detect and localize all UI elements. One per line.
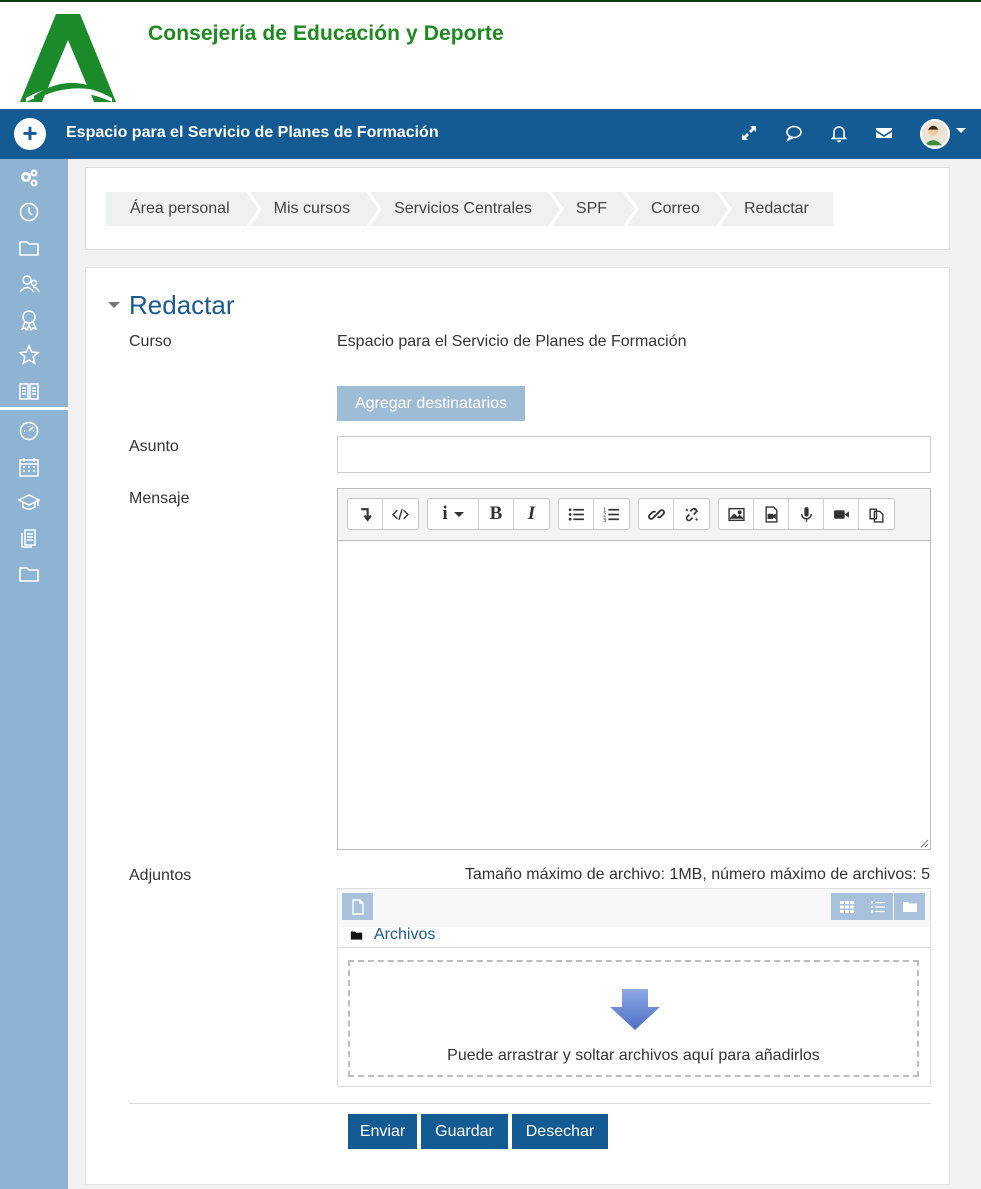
expand-icon[interactable] [739, 123, 759, 143]
avatar[interactable] [920, 119, 950, 149]
course-label: Curso [129, 333, 172, 350]
breadcrumb-item[interactable]: Área personal [106, 192, 262, 226]
link-icon[interactable] [639, 499, 674, 529]
toolbar-group [718, 498, 895, 530]
folder-icon[interactable] [18, 237, 40, 259]
gears-icon[interactable] [18, 167, 40, 189]
grid-icon [839, 900, 854, 913]
manage-files-icon[interactable] [859, 499, 894, 529]
folder-path-label[interactable]: Archivos [374, 926, 435, 944]
ordered-list-icon[interactable]: 123 [594, 499, 629, 529]
file-dropzone[interactable]: Puede arrastrar y soltar archivos aquí p… [348, 960, 919, 1077]
collapse-icon[interactable] [348, 499, 383, 529]
toolbar-group: 123 [558, 498, 630, 530]
toolbar-group: i B I [427, 498, 550, 530]
files-icon[interactable] [18, 527, 40, 549]
folder-icon [350, 930, 363, 940]
editor-toolbar: i B I 123 [338, 489, 930, 540]
top-navbar: + Espacio para el Servicio de Planes de … [0, 109, 981, 159]
send-button[interactable]: Enviar [348, 1114, 417, 1149]
view-list-button[interactable] [862, 893, 893, 920]
graduation-cap-icon[interactable] [17, 491, 41, 513]
envelope-icon[interactable] [874, 123, 894, 143]
image-icon[interactable] [719, 499, 754, 529]
clock-icon[interactable] [18, 201, 40, 223]
subject-input[interactable] [337, 436, 931, 473]
form-divider [129, 1103, 931, 1104]
toolbar-group [347, 498, 419, 530]
add-recipients-button[interactable]: Agregar destinatarios [337, 386, 525, 421]
style-glyph: i [442, 503, 448, 524]
subject-label: Asunto [129, 438, 179, 455]
folder-icon[interactable] [18, 563, 40, 585]
message-textarea[interactable] [338, 540, 930, 849]
file-icon [351, 898, 364, 915]
record-video-icon[interactable] [824, 499, 859, 529]
breadcrumb: Área personal Mis cursos Servicios Centr… [106, 192, 837, 226]
compose-form: Redactar Curso Espacio para el Servicio … [85, 267, 950, 1185]
file-limits-info: Tamaño máximo de archivo: 1MB, número má… [464, 866, 930, 883]
folder-icon [902, 901, 917, 912]
discard-button[interactable]: Desechar [512, 1114, 608, 1149]
resize-handle-icon[interactable] [919, 838, 929, 848]
attachments-label: Adjuntos [129, 867, 192, 884]
site-title[interactable]: Espacio para el Servicio de Planes de Fo… [66, 124, 439, 142]
italic-icon[interactable]: I [514, 499, 549, 529]
breadcrumb-item[interactable]: Mis cursos [249, 192, 383, 226]
chat-icon[interactable] [784, 123, 804, 143]
unordered-list-icon[interactable] [559, 499, 594, 529]
site-header: Consejería de Educación y Deporte [0, 0, 981, 109]
breadcrumb-item[interactable]: Correo [627, 192, 732, 226]
record-audio-icon[interactable] [789, 499, 824, 529]
sidebar-divider [0, 407, 68, 410]
file-manager: Archivos Puede arrastrar y soltar archiv… [337, 888, 931, 1087]
junta-logo [20, 14, 116, 102]
view-tree-button[interactable] [894, 893, 925, 920]
add-file-button[interactable] [342, 893, 373, 920]
list-icon [870, 900, 885, 913]
rich-text-editor: i B I 123 [337, 488, 931, 850]
svg-text:3: 3 [603, 517, 606, 522]
arrow-down-icon [610, 989, 660, 1030]
view-icons-button[interactable] [831, 893, 862, 920]
unlink-icon[interactable] [674, 499, 709, 529]
star-icon[interactable] [18, 344, 40, 366]
bold-icon[interactable]: B [479, 499, 514, 529]
message-label: Mensaje [129, 490, 190, 507]
left-drawer [0, 159, 68, 1189]
org-name: Consejería de Educación y Deporte [148, 22, 504, 45]
breadcrumb-card: Área personal Mis cursos Servicios Centr… [85, 167, 950, 250]
file-manager-divider [338, 947, 930, 948]
add-block-button[interactable]: + [14, 118, 46, 150]
save-button[interactable]: Guardar [421, 1114, 508, 1149]
users-icon[interactable] [18, 273, 40, 295]
calendar-icon[interactable] [18, 456, 40, 478]
badge-icon[interactable] [18, 309, 40, 332]
chevron-down-icon [453, 511, 464, 517]
info-style-icon[interactable]: i [428, 499, 479, 529]
dashboard-icon[interactable] [18, 420, 40, 442]
html-icon[interactable] [383, 499, 418, 529]
media-icon[interactable] [754, 499, 789, 529]
book-icon[interactable] [18, 380, 40, 402]
file-manager-toolbar [338, 889, 930, 927]
chevron-down-icon[interactable] [956, 128, 966, 133]
dropzone-text: Puede arrastrar y soltar archivos aquí p… [447, 1047, 820, 1064]
section-title[interactable]: Redactar [129, 290, 235, 321]
toolbar-group [638, 498, 710, 530]
course-value: Espacio para el Servicio de Planes de Fo… [337, 333, 687, 350]
folder-path[interactable]: Archivos [350, 926, 435, 944]
breadcrumb-item[interactable]: Servicios Centrales [370, 192, 564, 226]
collapse-toggle-icon[interactable] [108, 302, 120, 308]
bell-icon[interactable] [829, 123, 849, 143]
breadcrumb-item-current: Redactar [719, 192, 833, 226]
